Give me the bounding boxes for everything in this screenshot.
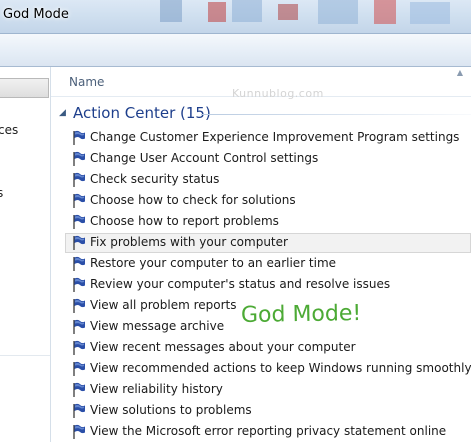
taskbar-thumbnails-decoration	[160, 0, 450, 24]
overlay-annotation-text: God Mode!	[240, 300, 362, 329]
list-item-label: Review your computer's status and resolv…	[90, 277, 391, 291]
flag-icon	[73, 130, 85, 145]
list-item[interactable]: Check security status	[65, 170, 471, 190]
flag-icon	[73, 340, 85, 355]
list-item[interactable]: View the Microsoft error reporting priva…	[65, 422, 471, 442]
explorer-window: God Mode ces s Name ▲ Kunnublog.com ◢ Ac…	[0, 0, 471, 442]
flag-icon	[73, 151, 85, 166]
list-item-label: Restore your computer to an earlier time	[90, 256, 337, 270]
group-title: Action Center (15)	[73, 104, 211, 122]
list-item[interactable]: View solutions to problems	[65, 401, 471, 421]
list-item-label: View message archive	[90, 319, 225, 333]
nav-selected-item[interactable]	[0, 78, 49, 98]
flag-icon	[73, 403, 85, 418]
flag-icon	[73, 361, 85, 376]
list-item-label: Change Customer Experience Improvement P…	[90, 130, 460, 144]
list-item-label: Choose how to report problems	[90, 214, 279, 228]
list-item-label: Choose how to check for solutions	[90, 193, 296, 207]
flag-icon	[73, 214, 85, 229]
list-item[interactable]: Change User Account Control settings	[65, 149, 471, 169]
list-item[interactable]: View reliability history	[65, 380, 471, 400]
navigation-pane: ces s	[0, 67, 51, 442]
nav-item-partial-1[interactable]: ces	[0, 123, 18, 137]
column-header-label: Name	[69, 75, 105, 89]
flag-icon	[73, 298, 85, 313]
list-item-label: View reliability history	[90, 382, 223, 396]
list-item[interactable]: Choose how to check for solutions	[65, 191, 471, 211]
list-item-label: View the Microsoft error reporting priva…	[90, 424, 447, 438]
list-item[interactable]: Change Customer Experience Improvement P…	[65, 128, 471, 148]
command-bar	[0, 34, 471, 67]
window-title: God Mode	[3, 7, 69, 22]
list-item-label: Fix problems with your computer	[90, 235, 288, 249]
group-header-action-center[interactable]: ◢ Action Center (15)	[51, 103, 471, 125]
title-bar[interactable]: God Mode	[0, 0, 471, 34]
nav-divider	[0, 355, 50, 356]
list-item-label: View all problem reports	[90, 298, 237, 312]
sort-arrow-icon: ▲	[456, 68, 463, 77]
group-collapse-icon[interactable]: ◢	[59, 108, 66, 118]
flag-icon	[73, 193, 85, 208]
nav-item-partial-2[interactable]: s	[0, 186, 3, 200]
list-item[interactable]: Review your computer's status and resolv…	[65, 275, 471, 295]
list-item[interactable]: Restore your computer to an earlier time	[65, 254, 471, 274]
list-item-label: Change User Account Control settings	[90, 151, 319, 165]
list-item-label: View recommended actions to keep Windows…	[90, 361, 471, 375]
watermark-text: Kunnublog.com	[232, 87, 324, 100]
list-item-label: View solutions to problems	[90, 403, 252, 417]
group-divider-line	[201, 114, 471, 115]
flag-icon	[73, 319, 85, 334]
flag-icon	[73, 382, 85, 397]
list-item[interactable]: Fix problems with your computer	[65, 233, 471, 253]
flag-icon	[73, 424, 85, 439]
flag-icon	[73, 235, 85, 250]
flag-icon	[73, 172, 85, 187]
file-list-pane: Name ▲ Kunnublog.com ◢ Action Center (15…	[51, 67, 471, 442]
list-item-label: Check security status	[90, 172, 220, 186]
list-item-label: View recent messages about your computer	[90, 340, 356, 354]
list-item[interactable]: Choose how to report problems	[65, 212, 471, 232]
list-item[interactable]: View recent messages about your computer	[65, 338, 471, 358]
list-item[interactable]: View recommended actions to keep Windows…	[65, 359, 471, 379]
flag-icon	[73, 256, 85, 271]
flag-icon	[73, 277, 85, 292]
